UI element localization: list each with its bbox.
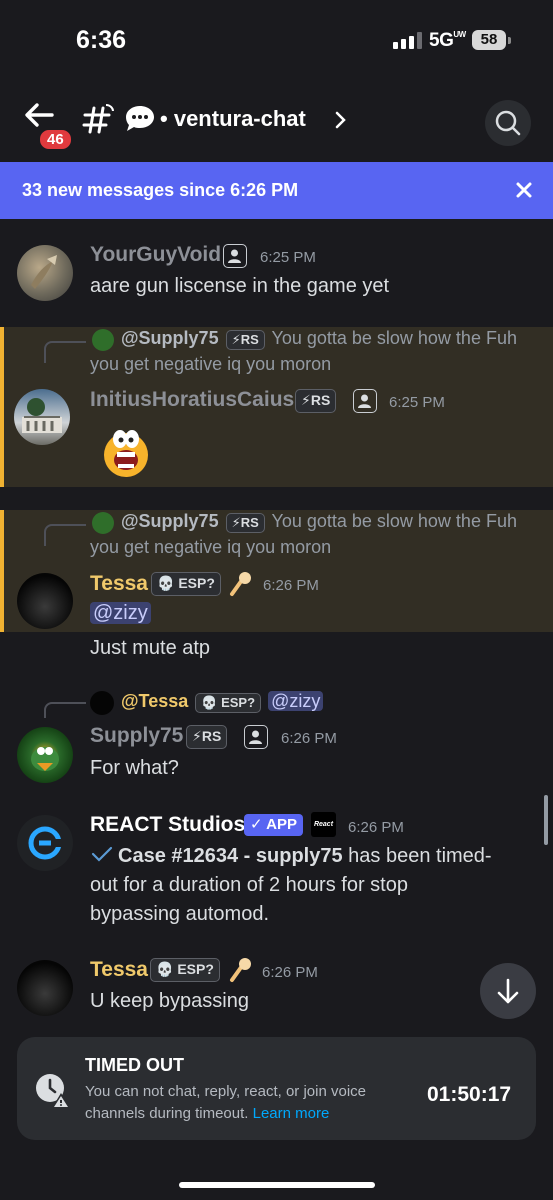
message-text: Case #12634 - supply75 has been timed- — [90, 845, 492, 868]
message-text: bypassing automod. — [90, 903, 270, 925]
username[interactable]: InitiusHoratiusCaius — [90, 388, 294, 412]
username[interactable]: Tessa — [90, 572, 148, 596]
network-label: 5GUW — [429, 30, 466, 51]
server-tag[interactable]: React — [311, 812, 336, 837]
server-tag[interactable]: 💀 ESP? — [150, 958, 220, 982]
search-icon — [495, 110, 521, 136]
avatar[interactable] — [17, 815, 73, 871]
app-tag: ✓ APP — [244, 814, 304, 836]
username[interactable]: Tessa — [90, 958, 148, 982]
mention[interactable]: @zizy — [90, 602, 151, 625]
reply-preview[interactable]: @Supply75 ⚡RS You gotta be slow how the … — [121, 328, 517, 350]
avatar[interactable] — [17, 245, 73, 301]
jump-to-bottom-button[interactable] — [480, 963, 536, 1019]
username[interactable]: Supply75 — [90, 724, 183, 748]
signal-icon — [393, 32, 422, 49]
mic-emoji-icon — [230, 958, 251, 982]
timestamp: 6:26 PM — [348, 819, 404, 836]
mic-emoji-icon — [230, 572, 251, 596]
message-text: out for a duration of 2 hours for stop — [90, 874, 408, 896]
username[interactable]: YourGuyVoid — [90, 243, 221, 267]
chat-bubble-icon — [126, 106, 154, 131]
status-time: 6:36 — [76, 26, 127, 54]
screaming-emoji[interactable] — [98, 423, 154, 479]
reply-preview[interactable]: @Supply75 ⚡RS You gotta be slow how the … — [121, 511, 517, 533]
reply-preview-cont: you get negative iq you moron — [90, 354, 332, 374]
server-tag[interactable]: 💀 ESP? — [151, 572, 221, 596]
timestamp: 6:26 PM — [262, 964, 318, 981]
message-text: Just mute atp — [90, 637, 211, 659]
server-tag[interactable]: ⚡RS — [186, 725, 228, 749]
learn-more-link[interactable]: Learn more — [253, 1105, 330, 1122]
status-bar: 6:36 5GUW 58 — [0, 0, 553, 80]
thread-hash-icon — [82, 104, 114, 134]
user-icon — [353, 389, 377, 413]
timestamp: 6:26 PM — [263, 577, 319, 594]
message-supply75[interactable]: @Tessa 💀 ESP? @zizy Supply75 ⚡RS 6:26 PM… — [0, 688, 553, 788]
message-tessa-2[interactable]: Tessa 💀 ESP? 6:26 PM U keep bypassing — [0, 955, 553, 1025]
new-messages-text: 33 new messages since 6:26 PM — [22, 180, 299, 200]
avatar[interactable] — [17, 573, 73, 629]
scrollbar[interactable] — [544, 795, 548, 845]
message-initiushoratiuscaius[interactable]: @Supply75 ⚡RS You gotta be slow how the … — [0, 327, 553, 487]
avatar[interactable] — [17, 727, 73, 783]
server-tag[interactable]: ⚡RS — [295, 389, 337, 413]
message-text: U keep bypassing — [90, 990, 249, 1012]
reply-connector — [44, 702, 86, 718]
chevron-right-icon[interactable] — [334, 110, 348, 130]
reply-preview[interactable]: @Tessa 💀 ESP? @zizy — [121, 691, 324, 713]
reply-preview-cont: you get negative iq you moron — [90, 537, 332, 557]
message-text: For what? — [90, 757, 179, 779]
timeout-description: You can not chat, reply, react, or join … — [85, 1083, 366, 1122]
new-messages-banner[interactable]: 33 new messages since 6:26 PM — [0, 162, 553, 219]
timestamp: 6:26 PM — [281, 730, 337, 747]
home-indicator[interactable] — [179, 1182, 375, 1188]
search-button[interactable] — [485, 100, 531, 146]
reply-avatar — [92, 512, 114, 534]
close-icon[interactable] — [514, 180, 534, 200]
channel-header: 46 • ventura-chat — [0, 92, 553, 154]
username[interactable]: REACT Studios — [90, 813, 245, 837]
avatar[interactable] — [17, 960, 73, 1016]
timeout-title: TIMED OUT — [85, 1055, 184, 1075]
channel-name[interactable]: • ventura-chat — [160, 106, 306, 132]
timeout-card: TIMED OUT You can not chat, reply, react… — [17, 1037, 536, 1140]
message-text: aare gun liscense in the game yet — [90, 275, 390, 297]
reply-avatar — [90, 691, 114, 715]
timestamp: 6:25 PM — [260, 249, 316, 266]
check-icon — [91, 846, 113, 862]
back-arrow-icon — [25, 103, 54, 127]
reply-connector — [44, 341, 86, 363]
timestamp: 6:25 PM — [389, 394, 445, 411]
arrow-down-icon — [497, 978, 519, 1004]
unread-badge: 46 — [38, 128, 73, 151]
user-icon — [223, 244, 247, 268]
user-icon — [244, 725, 268, 749]
battery-icon: 58 — [472, 30, 511, 50]
clock-warning-icon — [36, 1074, 70, 1108]
reply-connector — [44, 524, 86, 546]
message-tessa[interactable]: @Supply75 ⚡RS You gotta be slow how the … — [0, 510, 553, 632]
message-react-studios[interactable]: REACT Studios ✓ APP React 6:26 PM Case #… — [0, 810, 553, 930]
avatar[interactable] — [14, 389, 70, 445]
timeout-timer: 01:50:17 — [427, 1083, 512, 1106]
reply-avatar — [92, 329, 114, 351]
message-yourguyvoid[interactable]: YourGuyVoid 6:25 PM aare gun liscense in… — [0, 240, 553, 310]
